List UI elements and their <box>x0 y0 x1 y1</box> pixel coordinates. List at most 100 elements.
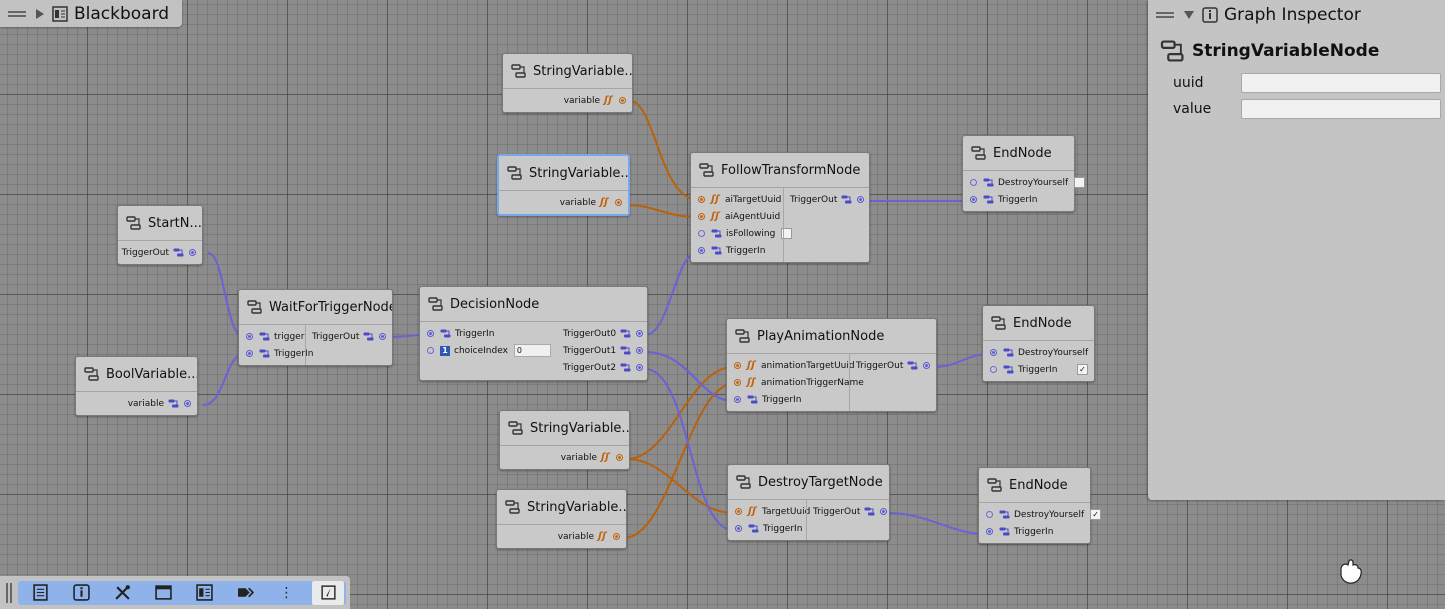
destroy-yourself-checkbox[interactable] <box>1074 177 1086 188</box>
port-targetuuid-in[interactable]: ʃʃ TargetUuid <box>728 503 810 520</box>
compass-icon[interactable] <box>312 580 344 605</box>
port-dot[interactable] <box>616 454 623 461</box>
port-trigger-out[interactable]: TriggerOut <box>116 244 202 261</box>
port-trigger-out[interactable]: TriggerOut <box>784 191 870 208</box>
port-dot[interactable] <box>427 347 434 354</box>
choice-index-field[interactable]: 0 <box>513 344 551 357</box>
port-dot[interactable] <box>184 400 191 407</box>
port-aiagentuuid-in[interactable]: ʃʃ aiAgentUuid <box>691 208 783 225</box>
port-dot[interactable] <box>613 533 620 540</box>
info-icon[interactable] <box>61 581 102 605</box>
port-dot[interactable] <box>986 528 993 535</box>
port-variable-out[interactable]: variable <box>122 395 197 412</box>
wait-for-trigger-node[interactable]: WaitForTriggerNode trigger TriggerIn Tri… <box>238 289 393 366</box>
panel-icon[interactable] <box>184 581 225 605</box>
port-dot[interactable] <box>970 196 977 203</box>
destroy-yourself-checkbox[interactable]: ✓ <box>1090 509 1102 520</box>
start-node[interactable]: StartN... TriggerOut <box>117 205 203 265</box>
more-icon[interactable]: ⋮ <box>266 581 307 605</box>
list-icon[interactable] <box>20 581 61 605</box>
port-dot[interactable] <box>857 196 865 203</box>
port-dot[interactable] <box>734 396 741 403</box>
port-triggerout0-out[interactable]: TriggerOut0 <box>557 325 649 342</box>
port-trigger-out[interactable]: TriggerOut <box>807 503 893 520</box>
port-dot[interactable] <box>379 333 387 340</box>
port-dot[interactable] <box>636 364 644 371</box>
decision-node[interactable]: DecisionNode TriggerIn 1 choiceIndex 0 Tri… <box>419 286 648 381</box>
graph-inspector-panel[interactable]: Graph Inspector StringVariableNode uuid … <box>1148 0 1445 500</box>
port-dot[interactable] <box>636 347 644 354</box>
flow-icon[interactable] <box>225 581 266 605</box>
port-destroyyourself-in[interactable]: DestroyYourself ✓ <box>979 506 1107 523</box>
port-variable-out[interactable]: variable ʃʃ <box>554 194 628 211</box>
string-variable-node-2[interactable]: StringVariable... variable ʃʃ <box>497 154 630 216</box>
port-dot[interactable] <box>923 362 931 369</box>
end-node-1[interactable]: EndNode DestroyYourself TriggerIn <box>962 135 1086 212</box>
port-dot[interactable] <box>246 333 253 340</box>
port-dot[interactable] <box>698 196 705 203</box>
port-triggerin-in[interactable]: TriggerIn ✓ <box>983 361 1094 378</box>
bool-variable-node[interactable]: BoolVariable... variable <box>75 356 198 416</box>
port-dot[interactable] <box>735 525 742 532</box>
port-triggerin-in[interactable]: TriggerIn <box>979 523 1107 540</box>
port-isfollowing-in[interactable]: isFollowing <box>691 225 793 242</box>
node-title: PlayAnimationNode <box>757 328 885 344</box>
drag-handle-icon[interactable] <box>1156 12 1174 18</box>
port-triggerin-in[interactable]: TriggerIn <box>963 191 1091 208</box>
port-dot[interactable] <box>735 508 742 515</box>
port-triggerin-in[interactable]: TriggerIn <box>239 345 313 362</box>
port-dot[interactable] <box>615 199 622 206</box>
port-triggerout1-out[interactable]: TriggerOut1 <box>557 342 649 359</box>
port-dot[interactable] <box>246 350 253 357</box>
end-node-2[interactable]: EndNode DestroyYourself TriggerIn ✓ <box>982 305 1095 382</box>
port-trigger-out[interactable]: TriggerOut <box>850 357 936 374</box>
port-triggerin-in[interactable]: TriggerIn <box>691 242 783 259</box>
port-dot[interactable] <box>619 97 626 104</box>
port-dot[interactable] <box>698 230 705 237</box>
port-dot[interactable] <box>698 213 705 220</box>
expand-arrow-icon[interactable] <box>36 8 44 19</box>
value-field[interactable] <box>1241 99 1441 119</box>
port-variable-out[interactable]: variable ʃʃ <box>552 528 626 545</box>
port-triggerin-in[interactable]: TriggerIn <box>727 391 849 408</box>
port-destroyyourself-in[interactable]: DestroyYourself <box>963 174 1091 191</box>
port-destroyyourself-in[interactable]: DestroyYourself <box>983 344 1094 361</box>
port-dot[interactable] <box>986 511 993 518</box>
port-dot[interactable] <box>698 247 705 254</box>
port-trigger-in[interactable]: trigger <box>239 328 305 345</box>
drag-handle-icon[interactable] <box>8 10 26 17</box>
follow-transform-node[interactable]: FollowTransformNode ʃʃ aiTargetUuid ʃʃ aiA… <box>690 152 870 263</box>
port-dot[interactable] <box>990 366 997 373</box>
port-triggerin-in[interactable]: TriggerIn <box>420 325 557 342</box>
port-trigger-out[interactable]: TriggerOut <box>306 328 392 345</box>
tools-icon[interactable] <box>102 581 143 605</box>
port-dot[interactable] <box>734 362 741 369</box>
end-node-3[interactable]: EndNode DestroyYourself ✓ TriggerIn <box>978 467 1102 544</box>
port-choiceindex-in[interactable]: 1 choiceIndex 0 <box>420 342 557 359</box>
port-dot[interactable] <box>636 330 644 337</box>
port-dot[interactable] <box>189 249 196 256</box>
port-dot[interactable] <box>970 179 977 186</box>
collapse-arrow-icon[interactable] <box>1184 11 1194 19</box>
port-triggerin-in[interactable]: TriggerIn <box>728 520 806 537</box>
blackboard-panel[interactable]: Blackboard <box>0 0 182 27</box>
port-variable-out[interactable]: variable ʃʃ <box>555 449 629 466</box>
port-dot[interactable] <box>734 379 741 386</box>
trigger-in-checkbox[interactable]: ✓ <box>1077 364 1088 375</box>
port-variable-out[interactable]: variable ʃʃ <box>558 92 632 109</box>
destroy-target-node[interactable]: DestroyTargetNode ʃʃ TargetUuid TriggerIn… <box>727 464 890 541</box>
port-dot[interactable] <box>990 349 997 356</box>
port-triggerout2-out[interactable]: TriggerOut2 <box>557 359 649 376</box>
window-icon[interactable] <box>143 581 184 605</box>
port-animationtriggername-in[interactable]: ʃʃ animationTriggerName <box>727 374 864 391</box>
toolbar-grip-icon[interactable] <box>6 582 12 603</box>
port-dot[interactable] <box>880 508 888 515</box>
string-variable-node-4[interactable]: StringVariable... variable ʃʃ <box>496 489 627 549</box>
play-animation-node[interactable]: PlayAnimationNode ʃʃ animationTargetUuid … <box>726 318 937 412</box>
port-aitargetuuid-in[interactable]: ʃʃ aiTargetUuid <box>691 191 783 208</box>
string-variable-node-3[interactable]: StringVariable... variable ʃʃ <box>499 410 630 470</box>
uuid-field[interactable] <box>1241 73 1441 93</box>
port-dot[interactable] <box>427 330 434 337</box>
port-animationtargetuuid-in[interactable]: ʃʃ animationTargetUuid <box>727 357 855 374</box>
string-variable-node-1[interactable]: StringVariable... variable ʃʃ <box>502 53 633 113</box>
